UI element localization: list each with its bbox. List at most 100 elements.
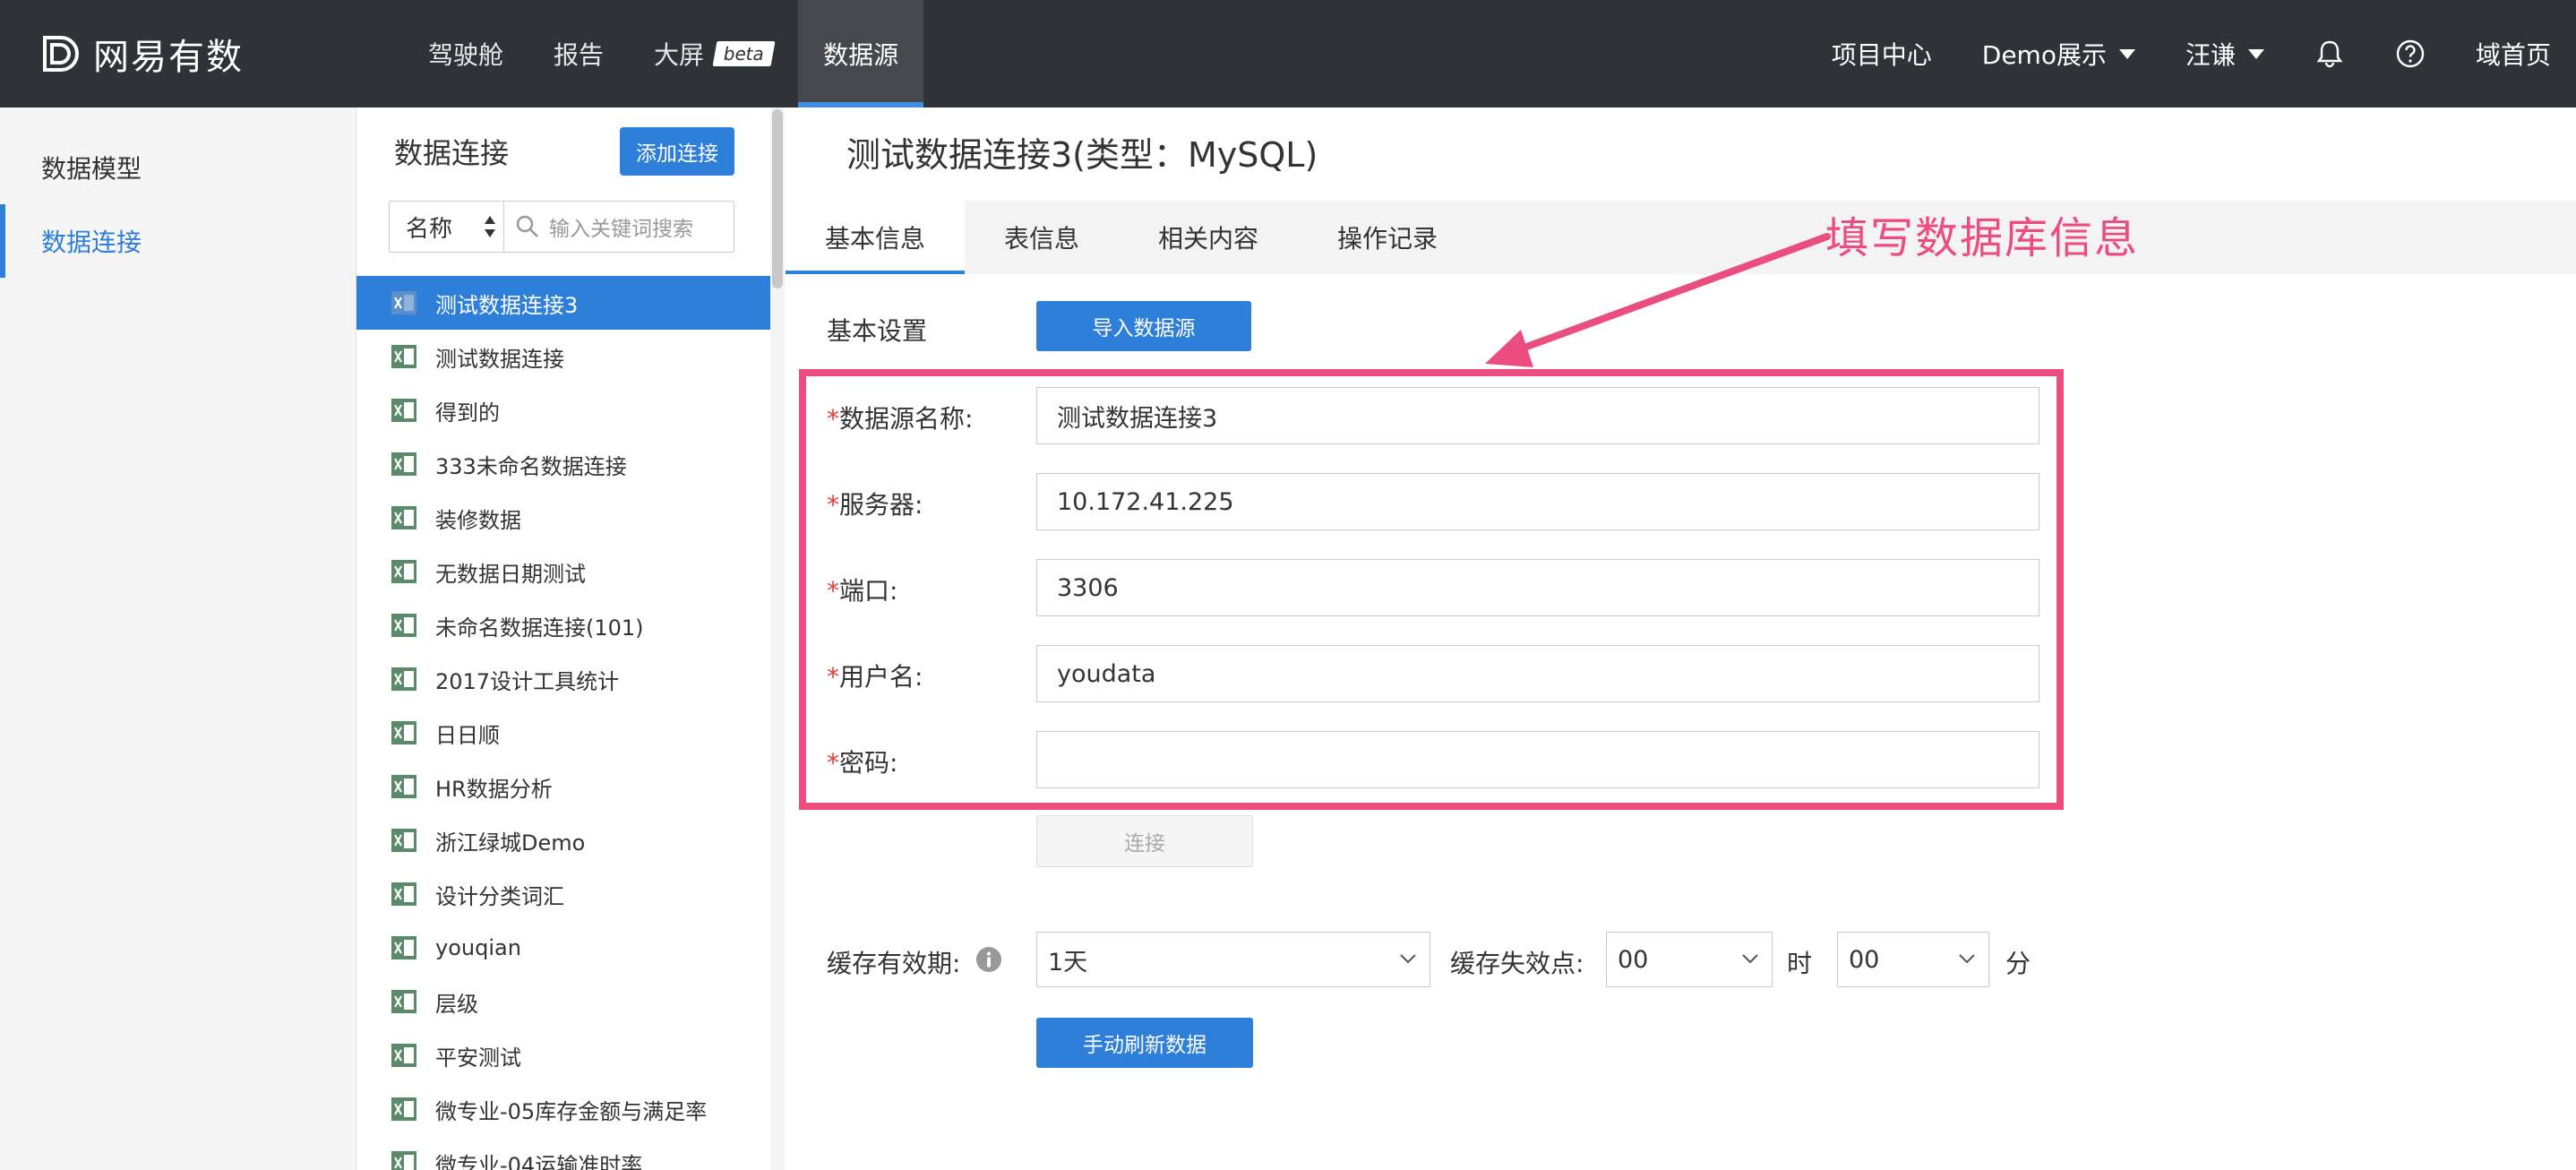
nav-cockpit-label: 驾驶舱	[428, 40, 504, 70]
page-title: 测试数据连接3(类型：MySQL)	[846, 135, 1318, 175]
demo-dropdown[interactable]: Demo展示	[1982, 36, 2135, 72]
tab-operation-log-label: 操作记录	[1337, 224, 1438, 254]
connection-list-item[interactable]: HR数据分析	[356, 760, 770, 813]
annotation-highlight-box	[799, 369, 2064, 810]
logo[interactable]: 网易有数	[39, 27, 244, 81]
nav-datasource-label: 数据源	[823, 40, 899, 70]
excel-file-icon	[391, 506, 416, 529]
connection-list-item[interactable]: 装修数据	[356, 491, 770, 545]
annotation-text: 填写数据库信息	[1825, 213, 2140, 263]
excel-file-icon	[391, 1097, 416, 1121]
search-input[interactable]: 输入关键词搜索	[504, 202, 734, 252]
cache-expire-label: 缓存失效点:	[1450, 949, 1584, 978]
minute-unit-label: 分	[2005, 949, 2031, 978]
connection-list-item[interactable]: 未命名数据连接(101)	[356, 598, 770, 652]
excel-file-icon	[391, 829, 416, 852]
mysql-icon	[391, 291, 416, 314]
project-center-link[interactable]: 项目中心	[1832, 36, 1932, 72]
excel-file-icon	[391, 1044, 416, 1067]
connection-list-item-label: 层级	[435, 991, 478, 1017]
cache-period-select[interactable]: 1天	[1036, 932, 1430, 987]
leftnav-data-model-label: 数据模型	[41, 154, 142, 184]
tab-basic-info[interactable]: 基本信息	[786, 201, 966, 274]
excel-file-icon	[391, 345, 416, 368]
project-center-label: 项目中心	[1831, 40, 1932, 70]
connection-list-item[interactable]: 设计分类词汇	[356, 867, 770, 921]
filter-field-value: 名称	[406, 215, 453, 243]
connection-list-item[interactable]: youqian	[356, 921, 770, 975]
connection-list-item-label: HR数据分析	[435, 776, 553, 802]
leftnav-data-connection[interactable]: 数据连接	[0, 204, 356, 278]
domain-home-label: 域首页	[2475, 40, 2551, 70]
cache-hour-select[interactable]: 00	[1606, 932, 1773, 987]
cache-period-label: 缓存有效期:	[827, 949, 961, 978]
logo-icon	[43, 36, 79, 72]
tab-table-info-label: 表信息	[1004, 224, 1080, 254]
connection-list-item[interactable]: 2017设计工具统计	[356, 652, 770, 706]
connection-list-item[interactable]: 日日顺	[356, 706, 770, 760]
filter-field-select[interactable]: 名称	[390, 202, 504, 252]
help-button[interactable]	[2395, 39, 2426, 69]
connect-button[interactable]: 连接	[1036, 815, 1253, 867]
manual-refresh-button[interactable]: 手动刷新数据	[1036, 1018, 1253, 1068]
cache-minute-select[interactable]: 00	[1837, 932, 1989, 987]
connection-list-item[interactable]: 测试数据连接	[356, 330, 770, 383]
connection-list-item-label: 微专业-04运输准时率	[435, 1152, 643, 1170]
sort-updown-icon	[485, 216, 495, 237]
tab-table-info[interactable]: 表信息	[965, 201, 1119, 274]
connection-list-item[interactable]: 测试数据连接3	[356, 276, 770, 330]
connection-list-panel: 数据连接 添加连接 名称 输入关键词搜索 测试数据连接3 测试数据连接 得到的 333…	[356, 108, 785, 1170]
list-scrollbar[interactable]	[770, 108, 785, 1170]
connection-list-item-label: 测试数据连接	[435, 346, 564, 372]
annotation-arrow-icon	[1485, 233, 1831, 367]
nav-cockpit[interactable]: 驾驶舱	[403, 0, 528, 108]
connection-list-item[interactable]: 平安测试	[356, 1028, 770, 1082]
connection-list-item-label: 无数据日期测试	[435, 561, 586, 587]
tab-related-content-label: 相关内容	[1158, 224, 1259, 254]
connection-list-item-label: 未命名数据连接(101)	[435, 615, 644, 641]
leftnav-data-model[interactable]: 数据模型	[0, 131, 356, 204]
tab-operation-log[interactable]: 操作记录	[1298, 201, 1477, 274]
connection-list-item[interactable]: 无数据日期测试	[356, 545, 770, 598]
excel-file-icon	[391, 721, 416, 744]
connection-list-item[interactable]: 层级	[356, 975, 770, 1028]
main-nav: 驾驶舱 报告 大屏 beta 数据源	[403, 0, 924, 108]
import-datasource-button[interactable]: 导入数据源	[1036, 301, 1251, 351]
connection-list-item[interactable]: 微专业-04运输准时率	[356, 1136, 770, 1170]
connection-list-item[interactable]: 得到的	[356, 383, 770, 437]
excel-file-icon	[391, 667, 416, 691]
nav-bigscreen[interactable]: 大屏 beta	[629, 0, 798, 108]
filter-bar: 名称 输入关键词搜索	[389, 201, 734, 253]
connection-list-item[interactable]: 浙江绿城Demo	[356, 813, 770, 867]
list-scrollbar-thumb[interactable]	[772, 109, 783, 288]
list-panel-title: 数据连接	[394, 136, 510, 170]
connection-list-item[interactable]: 微专业-05库存金额与满足率	[356, 1082, 770, 1136]
tab-basic-info-label: 基本信息	[825, 224, 926, 254]
excel-file-icon	[391, 560, 416, 583]
domain-home-link[interactable]: 域首页	[2476, 36, 2551, 72]
add-connection-button[interactable]: 添加连接	[620, 127, 734, 176]
info-icon[interactable]	[975, 946, 1002, 973]
demo-label: Demo展示	[1981, 40, 2107, 70]
excel-file-icon	[391, 1151, 416, 1170]
nav-datasource[interactable]: 数据源	[798, 0, 924, 108]
user-label: 汪谦	[2185, 40, 2236, 70]
beta-badge: beta	[712, 41, 776, 66]
tab-related-content[interactable]: 相关内容	[1119, 201, 1298, 274]
connection-list-item-label: 得到的	[435, 400, 500, 426]
search-placeholder: 输入关键词搜索	[549, 218, 693, 241]
chevron-down-icon	[1400, 954, 1416, 964]
excel-file-icon	[391, 882, 416, 906]
nav-report[interactable]: 报告	[528, 0, 629, 108]
help-icon	[2396, 39, 2425, 68]
connection-list-item-label: 设计分类词汇	[435, 883, 564, 909]
excel-file-icon	[391, 614, 416, 637]
connection-list-item[interactable]: 333未命名数据连接	[356, 437, 770, 491]
cache-hour-value: 00	[1618, 945, 1649, 974]
connection-list-item-label: 装修数据	[435, 507, 521, 533]
user-dropdown[interactable]: 汪谦	[2185, 36, 2264, 72]
search-icon	[516, 215, 538, 237]
connection-list-item-label: 测试数据连接3	[435, 292, 579, 318]
notification-button[interactable]	[2314, 39, 2345, 69]
nav-bigscreen-label: 大屏	[654, 40, 705, 70]
